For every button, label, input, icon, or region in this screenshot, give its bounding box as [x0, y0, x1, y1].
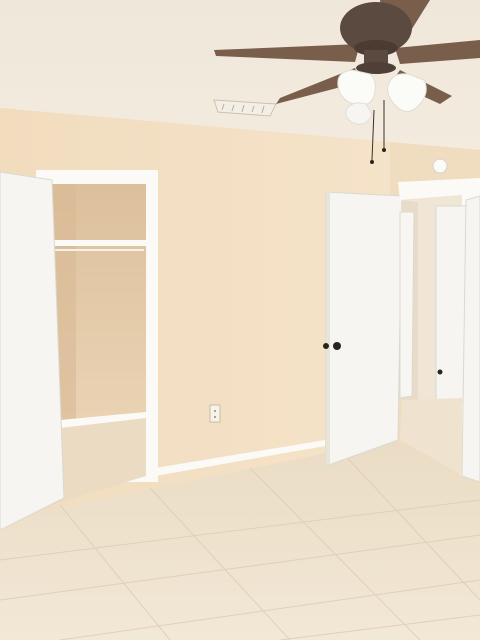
smoke-detector: [432, 158, 448, 174]
closet-shelf: [52, 240, 146, 246]
bedroom-scene: [0, 0, 480, 640]
bedroom-door: [325, 191, 403, 467]
door-knob: [333, 342, 341, 350]
wall-outlet: [209, 404, 221, 423]
room-illustration: [0, 0, 480, 640]
